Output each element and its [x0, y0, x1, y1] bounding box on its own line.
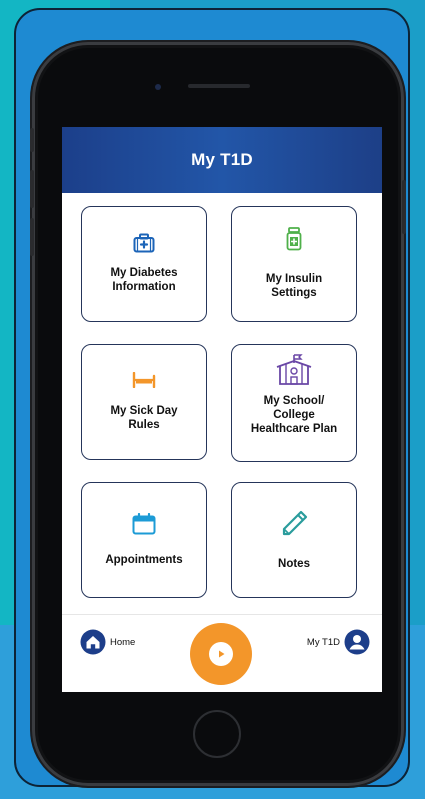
play-button-inner — [209, 642, 233, 666]
page-title: My T1D — [191, 150, 253, 169]
profile-icon — [344, 629, 370, 655]
play-button[interactable] — [190, 623, 252, 685]
phone-mute-switch — [30, 128, 34, 152]
nav-my-t1d[interactable]: My T1D — [307, 629, 370, 655]
phone-home-button[interactable] — [193, 710, 241, 758]
pencil-icon — [282, 510, 308, 536]
school-building-icon — [276, 354, 312, 385]
phone-volume-down — [30, 218, 34, 256]
tile-label: My Diabetes Information — [110, 267, 178, 293]
insulin-bottle-icon — [286, 227, 302, 251]
tile-my-sick-day-rules[interactable]: My Sick Day Rules — [81, 344, 207, 460]
calendar-icon — [132, 513, 156, 535]
app-screen: My T1D My Diabetes Information My Insuli… — [62, 127, 382, 692]
app-header: My T1D — [62, 127, 382, 193]
first-aid-kit-icon — [133, 233, 155, 253]
tile-my-insulin-settings[interactable]: My Insulin Settings — [231, 206, 357, 322]
tile-label: My Insulin Settings — [265, 273, 323, 299]
nav-home-label: Home — [110, 636, 136, 648]
tile-label: Appointments — [105, 554, 183, 566]
bed-icon — [132, 372, 156, 388]
tile-my-diabetes-information[interactable]: My Diabetes Information — [81, 206, 207, 322]
nav-home[interactable]: Home — [80, 629, 135, 655]
tile-label: Notes — [278, 558, 310, 570]
home-icon — [80, 629, 106, 655]
tile-appointments[interactable]: Appointments — [81, 482, 207, 598]
tile-label: My School/ College Healthcare Plan — [250, 395, 338, 435]
phone-power-button — [402, 180, 406, 234]
earpiece-speaker — [188, 84, 250, 88]
tile-label: My Sick Day Rules — [110, 405, 178, 431]
front-camera — [155, 84, 161, 90]
bottom-nav: Home My T1D — [62, 614, 382, 692]
nav-my-t1d-label: My T1D — [306, 636, 340, 648]
play-icon — [219, 650, 225, 658]
tile-my-school-college-healthcare-plan[interactable]: My School/ College Healthcare Plan — [231, 344, 357, 462]
tile-notes[interactable]: Notes — [231, 482, 357, 598]
phone-volume-up — [30, 170, 34, 208]
